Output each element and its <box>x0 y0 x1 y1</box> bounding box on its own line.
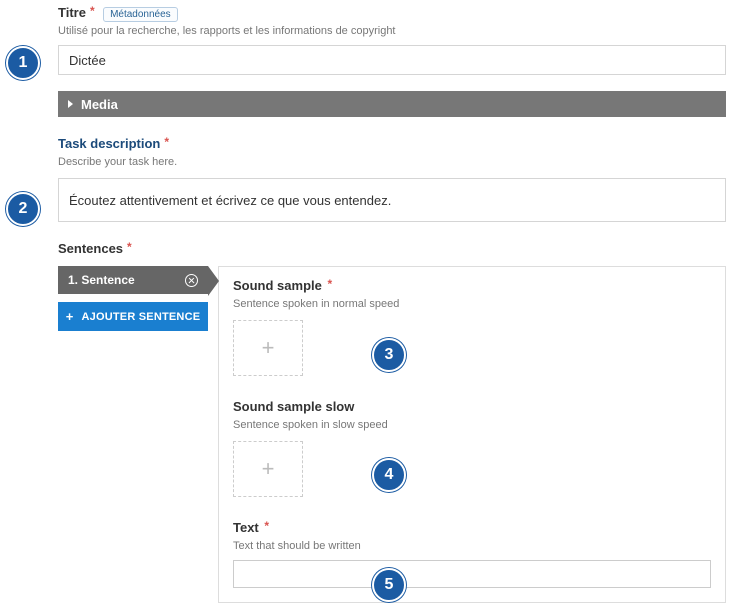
required-asterisk: * <box>164 135 169 149</box>
callout-1: 1 <box>6 46 40 80</box>
sound-sample-slow-label: Sound sample slow <box>233 399 354 414</box>
chevron-right-icon <box>68 100 73 108</box>
sentence-panel: Sound sample * Sentence spoken in normal… <box>218 266 726 603</box>
media-accordion-header[interactable]: Media <box>58 91 726 117</box>
close-icon[interactable] <box>185 274 198 287</box>
callout-4: 4 <box>372 458 406 492</box>
sentences-label: Sentences * <box>58 241 132 256</box>
text-input[interactable] <box>233 560 711 588</box>
sound-sample-help: Sentence spoken in normal speed <box>233 298 711 310</box>
plus-icon: + <box>262 456 275 482</box>
text-label-text: Text <box>233 520 259 535</box>
task-description-label-text: Task description <box>58 136 160 151</box>
sentences-label-text: Sentences <box>58 241 123 256</box>
task-description-label: Task description * <box>58 136 169 151</box>
sound-sample-label-text: Sound sample <box>233 278 322 293</box>
task-description-input[interactable]: Écoutez attentivement et écrivez ce que … <box>58 178 726 222</box>
sound-sample-label: Sound sample * <box>233 278 332 293</box>
sentence-tab-label: 1. Sentence <box>68 273 135 287</box>
callout-3: 3 <box>372 338 406 372</box>
text-label: Text * <box>233 520 269 535</box>
callout-2: 2 <box>6 192 40 226</box>
sound-sample-upload[interactable]: + <box>233 320 303 376</box>
metadata-button[interactable]: Métadonnées <box>103 7 178 22</box>
text-help: Text that should be written <box>233 540 711 552</box>
task-description-value: Écoutez attentivement et écrivez ce que … <box>69 193 391 208</box>
add-sentence-label: AJOUTER SENTENCE <box>82 311 201 323</box>
task-description-help: Describe your task here. <box>58 156 726 168</box>
sound-sample-slow-upload[interactable]: + <box>233 441 303 497</box>
required-asterisk: * <box>127 240 132 254</box>
sentence-tab-1[interactable]: 1. Sentence <box>58 266 208 294</box>
title-help: Utilisé pour la recherche, les rapports … <box>58 25 726 37</box>
title-label: Titre * <box>58 5 95 20</box>
media-label: Media <box>81 97 118 112</box>
plus-icon: + <box>262 335 275 361</box>
title-label-text: Titre <box>58 5 86 20</box>
add-sentence-button[interactable]: + AJOUTER SENTENCE <box>58 302 208 331</box>
sound-sample-slow-help: Sentence spoken in slow speed <box>233 419 711 431</box>
required-asterisk: * <box>264 519 269 533</box>
plus-icon: + <box>66 310 74 323</box>
title-input[interactable] <box>58 45 726 75</box>
required-asterisk: * <box>327 277 332 291</box>
callout-5: 5 <box>372 568 406 602</box>
required-asterisk: * <box>90 4 95 18</box>
